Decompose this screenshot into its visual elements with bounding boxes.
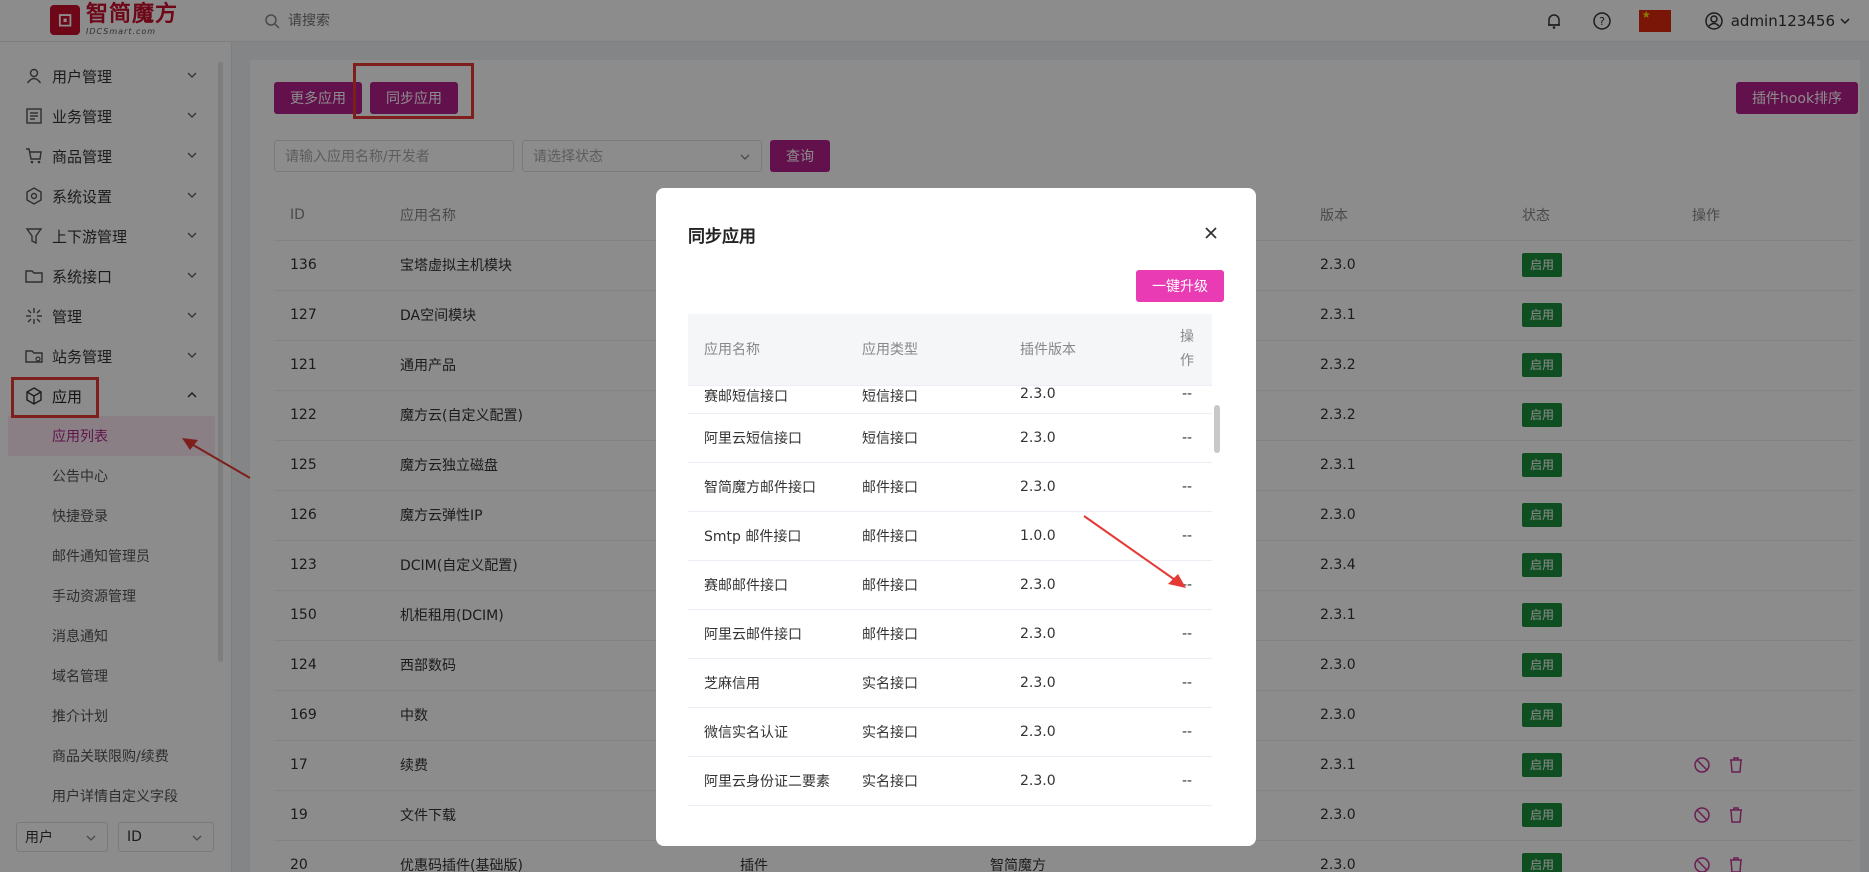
list-item: 赛邮短信接口 短信接口 2.3.0 -- [688, 385, 1212, 414]
col-app-name: 应用名称 [688, 314, 846, 386]
table-header-row: 应用名称 应用类型 插件版本 操作 [688, 314, 1212, 386]
list-item: 芝麻信用 实名接口 2.3.0 -- [688, 658, 1212, 708]
list-item: 阿里云短信接口 短信接口 2.3.0 -- [688, 413, 1212, 463]
close-icon[interactable] [1202, 224, 1220, 242]
annotation-arrow-icon [1083, 515, 1186, 588]
list-item: 阿里云邮件接口 邮件接口 2.3.0 -- [688, 609, 1212, 659]
dialog-title: 同步应用 [688, 227, 756, 247]
dialog-scrollbar[interactable] [1214, 405, 1220, 453]
col-app-type: 应用类型 [846, 314, 1004, 386]
list-item: 微信实名认证 实名接口 2.3.0 -- [688, 707, 1212, 757]
list-item: 阿里云身份证二要素 实名接口 2.3.0 -- [688, 756, 1212, 806]
col-plugin-version: 插件版本 [1004, 314, 1162, 386]
one-click-upgrade-button[interactable]: 一键升级 [1136, 270, 1224, 302]
col-ops: 操作 [1162, 314, 1212, 386]
list-item: 智简魔方邮件接口 邮件接口 2.3.0 -- [688, 462, 1212, 512]
